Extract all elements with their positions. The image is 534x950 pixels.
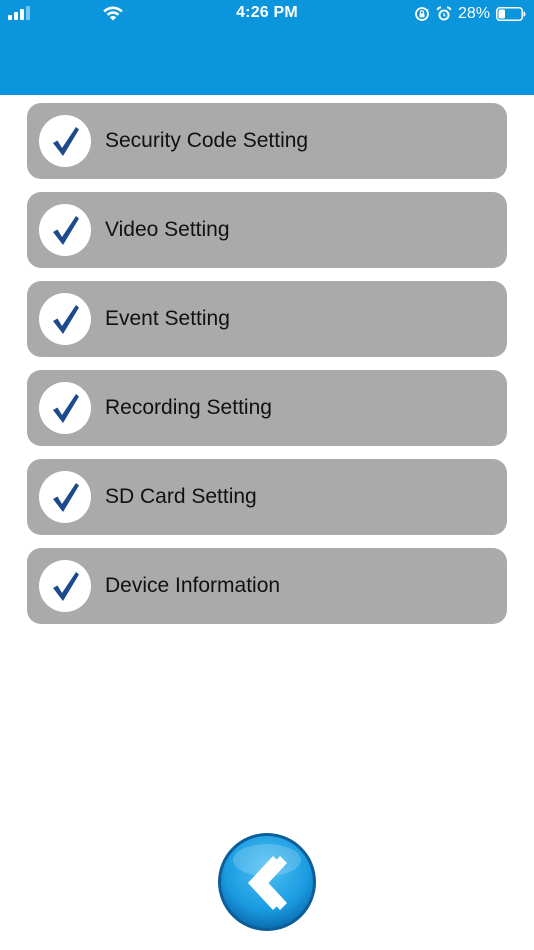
check-badge bbox=[39, 293, 91, 345]
app-header: 4:26 PM 28% bbox=[0, 0, 534, 95]
rotation-lock-icon bbox=[415, 7, 429, 21]
checkmark-icon bbox=[53, 483, 79, 512]
battery-icon bbox=[496, 7, 526, 21]
alarm-icon bbox=[436, 6, 452, 21]
checkmark-icon bbox=[53, 127, 79, 156]
menu-item-recording-setting[interactable]: Recording Setting bbox=[27, 370, 507, 446]
battery-percent: 28% bbox=[457, 5, 490, 22]
checkmark-icon bbox=[53, 216, 79, 245]
check-badge bbox=[39, 471, 91, 523]
back-button[interactable] bbox=[217, 832, 317, 932]
menu-item-label: Event Setting bbox=[105, 307, 230, 330]
check-badge bbox=[39, 382, 91, 434]
menu-item-sd-card-setting[interactable]: SD Card Setting bbox=[27, 459, 507, 535]
checkmark-icon bbox=[53, 572, 79, 601]
menu-item-video-setting[interactable]: Video Setting bbox=[27, 192, 507, 268]
check-badge bbox=[39, 115, 91, 167]
menu-item-device-information[interactable]: Device Information bbox=[27, 548, 507, 624]
checkmark-icon bbox=[53, 305, 79, 334]
check-badge bbox=[39, 204, 91, 256]
menu-item-security-code-setting[interactable]: Security Code Setting bbox=[27, 103, 507, 179]
check-badge bbox=[39, 560, 91, 612]
checkmark-icon bbox=[53, 394, 79, 423]
status-right-group: 28% bbox=[414, 4, 526, 24]
menu-item-label: Device Information bbox=[105, 574, 281, 597]
chevron-left-icon bbox=[218, 833, 316, 931]
menu-item-label: Recording Setting bbox=[105, 396, 272, 419]
menu-item-label: SD Card Setting bbox=[105, 485, 257, 508]
settings-menu: Security Code Setting Video Setting Even… bbox=[27, 103, 507, 637]
menu-item-event-setting[interactable]: Event Setting bbox=[27, 281, 507, 357]
menu-item-label: Video Setting bbox=[105, 218, 230, 241]
menu-item-label: Security Code Setting bbox=[105, 129, 309, 152]
status-bar: 4:26 PM 28% bbox=[0, 0, 534, 28]
